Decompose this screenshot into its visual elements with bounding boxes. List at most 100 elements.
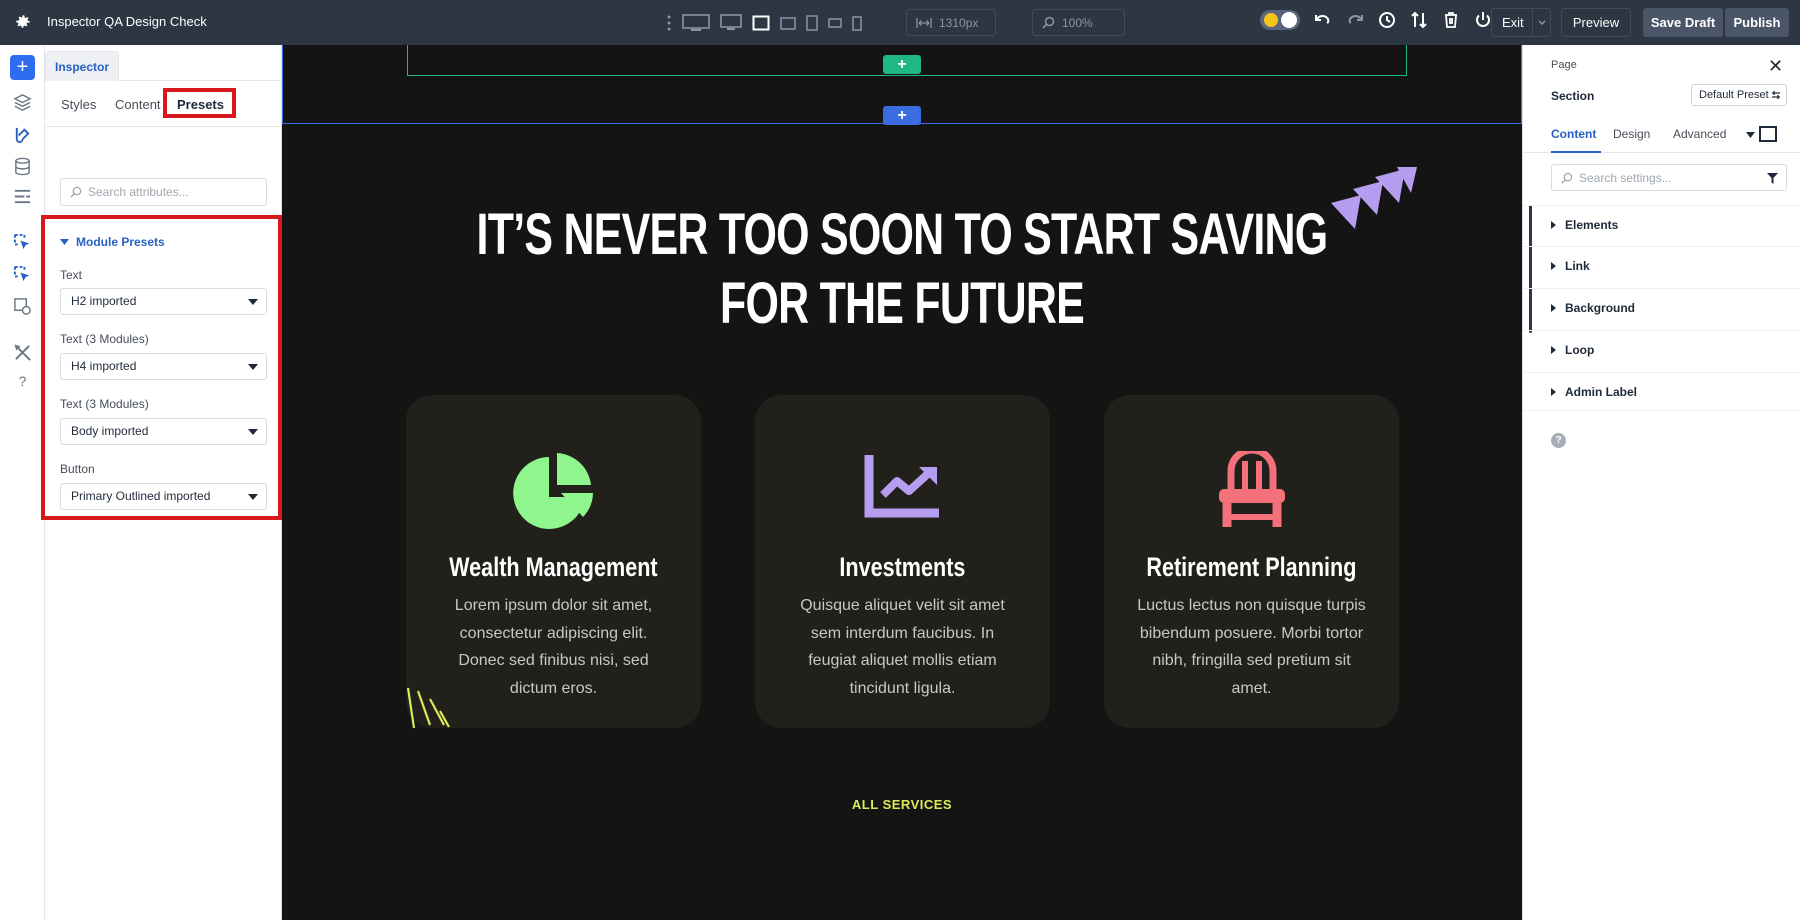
dropdown-caret-icon [248, 429, 258, 435]
zoom-field[interactable]: 100% [1032, 9, 1125, 36]
card-body: Quisque aliquet velit sit amet sem inter… [800, 597, 1005, 697]
settings-panel: Page ✕ Section Default Preset Content De… [1522, 45, 1800, 920]
accordion-link[interactable]: Link [1523, 246, 1800, 285]
theme-toggle[interactable] [1260, 10, 1300, 30]
caret-down-icon [60, 238, 69, 245]
dropdown-caret-icon [248, 364, 258, 370]
caret-right-icon [1551, 388, 1556, 396]
tab-inspector[interactable]: Inspector [45, 51, 119, 81]
preset-select[interactable]: H2 imported [60, 288, 267, 315]
tablet-view-icon[interactable] [806, 15, 818, 31]
history-clock-icon[interactable] [1378, 11, 1396, 29]
highlight-presets-tab [163, 88, 236, 118]
caret-right-icon [1551, 346, 1556, 354]
close-icon[interactable]: ✕ [1768, 56, 1783, 77]
caret-down-icon[interactable] [1746, 132, 1755, 139]
widescreen-view-icon[interactable] [682, 14, 710, 32]
card-body: Luctus lectus non quisque turpis bibendu… [1137, 597, 1366, 697]
preset-label: Text [60, 268, 83, 282]
portability-icon[interactable] [13, 297, 32, 316]
caret-right-icon [1551, 262, 1556, 270]
inspector-cursor-icon[interactable] [13, 265, 32, 284]
viewport-switcher [666, 10, 862, 36]
sparkle-decoration-icon [406, 687, 450, 729]
panel-title: Section [1551, 89, 1595, 103]
phone-landscape-view-icon[interactable] [828, 18, 842, 28]
laptop-view-icon[interactable] [752, 15, 770, 31]
service-card[interactable]: Investments Quisque aliquet velit sit am… [755, 395, 1050, 728]
gear-icon[interactable] [14, 13, 32, 31]
preset-select[interactable]: Primary Outlined imported [60, 483, 267, 510]
caret-right-icon [1551, 221, 1556, 229]
chair-icon [1218, 451, 1285, 527]
app-title: Inspector QA Design Check [47, 14, 207, 29]
theme-builder-icon[interactable] [13, 125, 32, 144]
preset-select[interactable]: H4 imported [60, 353, 267, 380]
responsive-view-icon[interactable] [1759, 126, 1777, 142]
accordion-loop[interactable]: Loop [1523, 330, 1800, 369]
breadcrumb-page[interactable]: Page [1551, 59, 1577, 71]
pie-chart-icon [512, 453, 593, 529]
left-icon-rail: + ? [0, 45, 45, 920]
card-body: Lorem ipsum dolor sit amet, consectetur … [454, 597, 653, 697]
accordion-background[interactable]: Background [1523, 288, 1800, 327]
chevron-down-icon[interactable] [1532, 9, 1550, 36]
undo-icon[interactable] [1314, 11, 1332, 29]
preset-settings-icon [1772, 91, 1780, 99]
tab-design[interactable]: Design [1613, 127, 1650, 141]
tab-advanced[interactable]: Advanced [1673, 127, 1726, 141]
help-question-icon[interactable]: ? [13, 373, 32, 392]
toolbar-actions [1260, 10, 1492, 30]
preset-label: Text (3 Modules) [60, 397, 149, 411]
save-draft-button[interactable]: Save Draft [1643, 8, 1723, 37]
section-headline: IT’S NEVER TOO SOON TO START SAVING FOR … [476, 202, 1329, 336]
add-element-button[interactable]: + [10, 55, 35, 80]
exit-button[interactable]: Exit [1491, 8, 1551, 37]
card-title: Investments [839, 552, 966, 582]
preview-button[interactable]: Preview [1561, 8, 1631, 37]
select-cursor-icon[interactable] [13, 233, 32, 252]
card-title: Wealth Management [449, 552, 658, 582]
desktop-view-icon[interactable] [720, 14, 742, 32]
module-presets-toggle[interactable]: Module Presets [60, 235, 165, 249]
search-attributes-input[interactable]: Search attributes... [60, 178, 267, 206]
search-icon [1561, 172, 1573, 184]
dropdown-caret-icon [248, 494, 258, 500]
add-section-button[interactable]: + [883, 106, 921, 125]
phone-view-icon[interactable] [852, 15, 862, 31]
tab-content[interactable]: Content [115, 97, 161, 112]
add-row-button[interactable]: + [883, 55, 921, 74]
default-preset-button[interactable]: Default Preset [1691, 84, 1787, 106]
preset-select[interactable]: Body imported [60, 418, 267, 445]
more-vertical-icon[interactable] [666, 15, 672, 31]
builder-canvas: + + IT’S NEVER TOO SOON TO START SAVING … [282, 45, 1522, 920]
zoom-search-icon [1042, 16, 1055, 29]
dropdown-caret-icon [248, 299, 258, 305]
resize-width-icon [916, 17, 932, 28]
canvas-width-field[interactable]: 1310px [906, 9, 996, 36]
search-settings-input[interactable]: Search settings... [1551, 164, 1787, 191]
filter-icon[interactable] [1767, 173, 1778, 184]
redo-icon[interactable] [1346, 11, 1364, 29]
service-card[interactable]: Wealth Management Lorem ipsum dolor sit … [406, 395, 701, 728]
tablet-landscape-view-icon[interactable] [780, 16, 796, 30]
caret-right-icon [1551, 304, 1556, 312]
list-icon[interactable] [13, 187, 32, 206]
tab-styles[interactable]: Styles [61, 97, 96, 112]
help-icon[interactable]: ? [1551, 433, 1566, 448]
accordion-elements[interactable]: Elements [1523, 205, 1800, 244]
publish-button[interactable]: Publish [1725, 8, 1789, 37]
tab-content[interactable]: Content [1551, 127, 1596, 141]
all-services-link[interactable]: ALL SERVICES [282, 797, 1522, 812]
sun-icon [1264, 13, 1278, 27]
top-toolbar: Inspector QA Design Check 1310px 100% Ex… [0, 0, 1800, 45]
search-icon [70, 186, 82, 198]
tools-icon[interactable] [13, 343, 32, 362]
trash-icon[interactable] [1442, 11, 1460, 29]
sort-arrows-icon[interactable] [1410, 11, 1428, 29]
layers-icon[interactable] [13, 93, 32, 112]
power-icon[interactable] [1474, 11, 1492, 29]
database-icon[interactable] [13, 157, 32, 176]
accordion-admin-label[interactable]: Admin Label [1523, 372, 1800, 411]
service-card[interactable]: Retirement Planning Luctus lectus non qu… [1104, 395, 1399, 728]
